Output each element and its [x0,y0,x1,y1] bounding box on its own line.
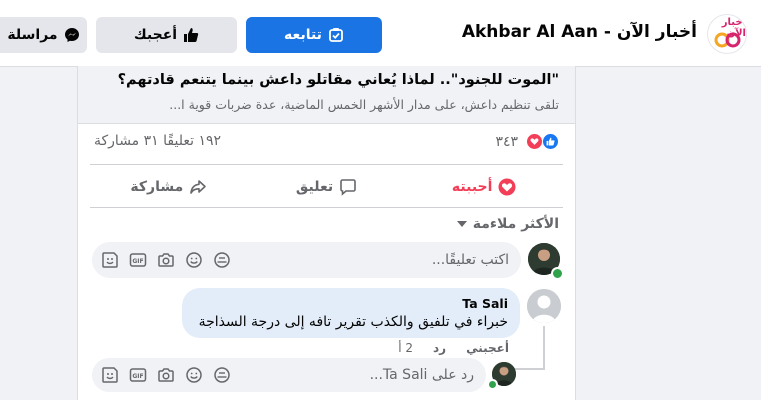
page-header: أخبار الآن Akhbar Al Aan - أخبار الآن تت… [0,0,761,67]
reactions-summary[interactable]: ٣٤٣ [495,133,559,150]
heart-icon [498,178,516,196]
comment-composer-icons: GIF [100,250,232,270]
thread-line [543,326,545,370]
share-action-label: مشاركة [130,179,184,195]
thumbs-up-icon [184,28,199,42]
follow-label: تتابعه [284,27,322,43]
share-action-button[interactable]: مشاركة [90,169,248,205]
sticker-icon[interactable] [100,250,120,270]
reply-online-dot [487,379,498,390]
link-title[interactable]: "الموت للجنود".. لماذا يُعاني مقاتلو داع… [118,72,559,88]
svg-text:GIF: GIF [132,373,143,380]
follow-button[interactable]: تتابعه [246,17,382,53]
comment-age[interactable]: 2 أ [398,341,413,355]
svg-text:GIF: GIF [132,258,143,265]
camera-icon[interactable] [156,250,176,270]
comment-text: خبراء في تلفيق والكذب تقرير تافه إلى درج… [198,314,508,330]
reply-composer-icons: GIF [100,365,232,385]
comment-sort-dropdown[interactable]: الأكثر ملاءمة [456,216,559,232]
page-logo[interactable]: أخبار الآن [707,14,747,54]
logo-mark-icon [714,32,741,48]
write-comment-box[interactable]: اكتب تعليقًا... GIF [92,242,521,278]
page-like-button[interactable]: أعجبك [96,17,237,53]
online-status-dot [551,267,564,280]
love-action-label: أحببته [451,179,493,195]
reply-comment-box[interactable]: رد على Ta Sali... GIF [92,358,486,392]
post-stats: ٣٤٣ ١٩٢ تعليقًا ٣١ مشاركة [78,132,575,158]
comment-actions: أعجبني رد 2 أ [398,341,509,355]
gif-icon[interactable]: GIF [128,365,148,385]
comment-icon [340,179,356,196]
message-button[interactable]: مراسلة [0,17,87,53]
link-description: تلقى تنظيم داعش، على مدار الأشهر الخمس ا… [169,97,559,112]
page-like-label: أعجبك [133,27,178,43]
love-action-button[interactable]: أحببته [405,169,563,205]
default-avatar-icon [527,289,561,323]
comment-reply-link[interactable]: رد [433,341,446,355]
caret-down-icon [456,221,467,227]
follow-check-icon [329,28,343,42]
like-reaction-icon [542,133,559,150]
comment-action-label: تعليق [295,179,334,195]
actions-divider [90,207,563,208]
comments-shares-count[interactable]: ١٩٢ تعليقًا ٣١ مشاركة [94,133,221,149]
share-icon [190,180,207,194]
stats-divider [90,164,563,165]
camera-icon[interactable] [156,365,176,385]
comment-action-button[interactable]: تعليق [248,169,406,205]
link-preview[interactable]: "الموت للجنود".. لماذا يُعاني مقاتلو داع… [78,66,575,124]
post-card: "الموت للجنود".. لماذا يُعاني مقاتلو داع… [77,66,576,400]
emoji-icon[interactable] [184,250,204,270]
messenger-icon [64,28,79,42]
reply-placeholder: رد على Ta Sali... [369,367,474,383]
comment-author[interactable]: Ta Sali [462,296,508,311]
comment-like-link[interactable]: أعجبني [466,341,509,355]
gif-icon[interactable]: GIF [128,250,148,270]
emoji-icon[interactable] [184,365,204,385]
avatar-sticker-icon[interactable] [212,365,232,385]
love-reaction-icon [526,133,543,150]
reaction-count: ٣٤٣ [495,133,518,150]
avatar-sticker-icon[interactable] [212,250,232,270]
write-comment-placeholder: اكتب تعليقًا... [431,252,509,268]
comment-sort-label: الأكثر ملاءمة [472,216,559,232]
comment-bubble: Ta Sali خبراء في تلفيق والكذب تقرير تافه… [182,288,520,338]
commenter-avatar[interactable] [527,289,561,323]
sticker-icon[interactable] [100,365,120,385]
message-label: مراسلة [7,27,58,43]
post-actions: أحببته تعليق مشاركة [90,169,563,205]
page-title[interactable]: Akhbar Al Aan - أخبار الآن [462,22,697,42]
